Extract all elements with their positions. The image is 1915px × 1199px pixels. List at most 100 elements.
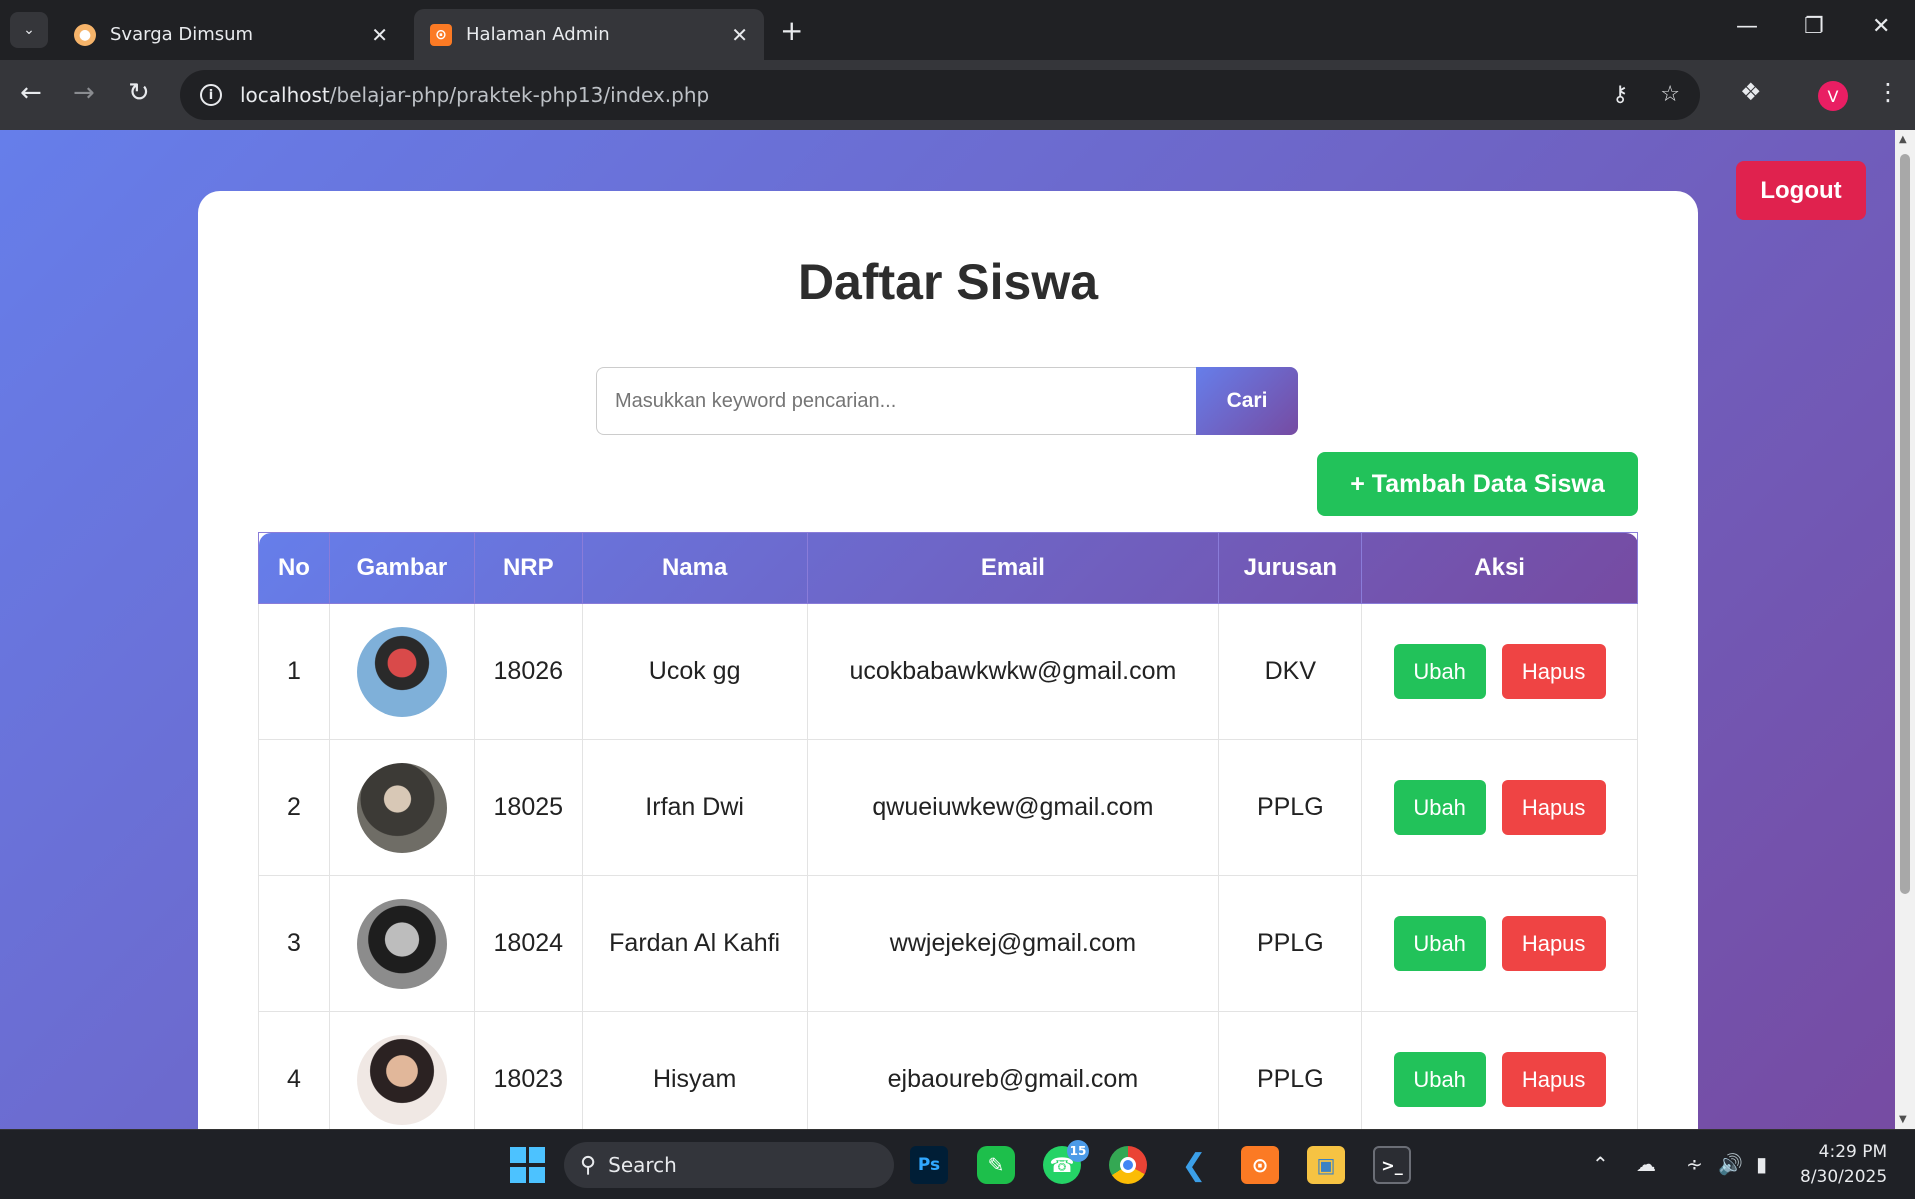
student-photo bbox=[356, 762, 447, 853]
tab-halaman-admin[interactable]: ⊙ Halaman Admin ✕ bbox=[414, 9, 764, 60]
xampp-favicon-icon: ⊙ bbox=[430, 23, 452, 46]
scroll-down-arrow-icon[interactable]: ▼ bbox=[1899, 1114, 1907, 1125]
chrome-icon[interactable] bbox=[1109, 1146, 1147, 1184]
edit-button[interactable]: Ubah bbox=[1393, 644, 1486, 699]
table-row: 3 18024 Fardan Al Kahfi wwjejekej@gmail.… bbox=[258, 875, 1638, 1012]
cell-jurusan: PPLG bbox=[1218, 1011, 1363, 1129]
password-key-icon[interactable]: ⚷ bbox=[1612, 82, 1628, 107]
student-photo bbox=[356, 626, 447, 717]
cell-aksi: Ubah Hapus bbox=[1361, 875, 1638, 1012]
cell-gambar bbox=[328, 875, 475, 1012]
search-button[interactable]: Cari bbox=[1196, 367, 1298, 435]
cell-nama: Hisyam bbox=[581, 1011, 808, 1129]
cell-aksi: Ubah Hapus bbox=[1361, 1011, 1638, 1129]
forward-arrow-icon[interactable]: → bbox=[73, 78, 95, 108]
windows-start-icon[interactable] bbox=[508, 1146, 546, 1184]
tab-search-button[interactable]: ⌄ bbox=[10, 12, 48, 48]
address-bar[interactable]: i localhost/belajar-php/praktek-php13/in… bbox=[180, 70, 1700, 120]
minimize-icon[interactable]: — bbox=[1736, 14, 1758, 39]
student-photo bbox=[356, 898, 447, 989]
vscode-icon[interactable]: ❮ bbox=[1175, 1146, 1213, 1184]
taskbar-search-label: Search bbox=[608, 1153, 677, 1177]
content-card: Daftar Siswa Cari + Tambah Data Siswa No… bbox=[198, 191, 1698, 1129]
table-row: 4 18023 Hisyam ejbaoureb@gmail.com PPLG … bbox=[258, 1011, 1638, 1129]
back-arrow-icon[interactable]: ← bbox=[20, 78, 42, 108]
restore-icon[interactable]: ❐ bbox=[1804, 14, 1824, 39]
extensions-puzzle-icon[interactable]: ❖ bbox=[1740, 78, 1762, 106]
cell-email: ejbaoureb@gmail.com bbox=[806, 1011, 1220, 1129]
line-app-icon[interactable]: ✎ bbox=[977, 1146, 1015, 1184]
cell-gambar bbox=[328, 1011, 475, 1129]
cell-jurusan: PPLG bbox=[1218, 875, 1363, 1012]
student-table-wrapper: No Gambar NRP Nama Email Jurusan Aksi 1 … bbox=[258, 532, 1638, 1129]
logout-button[interactable]: Logout bbox=[1736, 161, 1866, 220]
header-email: Email bbox=[806, 532, 1220, 604]
page-title: Daftar Siswa bbox=[797, 254, 1099, 310]
browser-toolbar: ← → ↻ i localhost/belajar-php/praktek-ph… bbox=[0, 60, 1915, 130]
taskbar-search[interactable]: ⚲ Search bbox=[564, 1142, 894, 1188]
cell-aksi: Ubah Hapus bbox=[1361, 603, 1638, 740]
close-icon[interactable]: ✕ bbox=[731, 23, 748, 47]
tray-chevron-up-icon[interactable]: ⌃ bbox=[1592, 1152, 1609, 1176]
cell-nrp: 18024 bbox=[473, 875, 583, 1012]
page-scrollbar[interactable]: ▲ ▼ bbox=[1895, 130, 1915, 1129]
cell-jurusan: PPLG bbox=[1218, 739, 1363, 876]
onedrive-cloud-icon[interactable]: ☁ bbox=[1636, 1152, 1656, 1176]
system-clock[interactable]: 4:29 PM 8/30/2025 bbox=[1800, 1140, 1887, 1190]
cell-no: 1 bbox=[258, 603, 330, 740]
edit-button[interactable]: Ubah bbox=[1393, 1052, 1486, 1107]
cell-no: 3 bbox=[258, 875, 330, 1012]
chevron-down-icon: ⌄ bbox=[23, 22, 35, 38]
header-gambar: Gambar bbox=[328, 532, 475, 604]
file-explorer-icon[interactable]: ▣ bbox=[1307, 1146, 1345, 1184]
wifi-icon[interactable]: ∻ bbox=[1686, 1152, 1703, 1176]
add-student-button[interactable]: + Tambah Data Siswa bbox=[1317, 452, 1638, 516]
url-text[interactable]: localhost/belajar-php/praktek-php13/inde… bbox=[240, 83, 709, 107]
dimsum-favicon-icon: ● bbox=[74, 23, 96, 46]
page-viewport: Logout Daftar Siswa Cari + Tambah Data S… bbox=[0, 130, 1915, 1129]
battery-icon[interactable]: ▮ bbox=[1756, 1152, 1767, 1176]
volume-icon[interactable]: 🔊 bbox=[1718, 1152, 1743, 1176]
url-host: localhost bbox=[240, 83, 330, 107]
delete-button[interactable]: Hapus bbox=[1501, 1052, 1606, 1107]
table-row: 2 18025 Irfan Dwi qwueiuwkew@gmail.com P… bbox=[258, 739, 1638, 876]
search-input[interactable] bbox=[596, 367, 1196, 435]
header-jurusan: Jurusan bbox=[1218, 532, 1363, 604]
bookmark-star-icon[interactable]: ☆ bbox=[1660, 82, 1680, 107]
delete-button[interactable]: Hapus bbox=[1501, 916, 1606, 971]
cell-nama: Fardan Al Kahfi bbox=[581, 875, 808, 1012]
xampp-icon[interactable]: ⊙ bbox=[1241, 1146, 1279, 1184]
edit-button[interactable]: Ubah bbox=[1393, 916, 1486, 971]
cell-email: qwueiuwkew@gmail.com bbox=[806, 739, 1220, 876]
scrollbar-thumb[interactable] bbox=[1900, 154, 1910, 894]
cell-no: 4 bbox=[258, 1011, 330, 1129]
search-icon: ⚲ bbox=[580, 1152, 597, 1178]
header-nrp: NRP bbox=[473, 532, 583, 604]
header-nama: Nama bbox=[581, 532, 808, 604]
menu-kebab-icon[interactable]: ⋮ bbox=[1876, 78, 1900, 106]
cell-nrp: 18026 bbox=[473, 603, 583, 740]
close-icon[interactable]: ✕ bbox=[371, 23, 388, 47]
cell-nrp: 18025 bbox=[473, 739, 583, 876]
notification-badge: 15 bbox=[1067, 1140, 1089, 1162]
profile-avatar[interactable]: V bbox=[1818, 81, 1848, 111]
new-tab-plus-icon[interactable]: + bbox=[780, 14, 803, 47]
scroll-up-arrow-icon[interactable]: ▲ bbox=[1899, 134, 1907, 145]
header-no: No bbox=[258, 532, 330, 604]
cell-jurusan: DKV bbox=[1218, 603, 1363, 740]
delete-button[interactable]: Hapus bbox=[1501, 780, 1606, 835]
edit-button[interactable]: Ubah bbox=[1393, 780, 1486, 835]
taskbar: ⚲ Search Ps ✎ ☎ 15 ❮ ⊙ ▣ >_ ⌃ ☁ ∻ 🔊 ▮ 4:2… bbox=[0, 1129, 1915, 1199]
cell-no: 2 bbox=[258, 739, 330, 876]
window-close-icon[interactable]: ✕ bbox=[1872, 14, 1890, 39]
reload-icon[interactable]: ↻ bbox=[128, 78, 150, 108]
tab-title: Svarga Dimsum bbox=[110, 24, 254, 45]
cell-aksi: Ubah Hapus bbox=[1361, 739, 1638, 876]
header-aksi: Aksi bbox=[1361, 532, 1638, 604]
site-info-icon[interactable]: i bbox=[200, 84, 222, 106]
terminal-icon[interactable]: >_ bbox=[1373, 1146, 1411, 1184]
photoshop-icon[interactable]: Ps bbox=[910, 1146, 948, 1184]
whatsapp-icon[interactable]: ☎ 15 bbox=[1043, 1140, 1089, 1184]
delete-button[interactable]: Hapus bbox=[1501, 644, 1606, 699]
tab-svarga-dimsum[interactable]: ● Svarga Dimsum ✕ bbox=[58, 9, 404, 60]
